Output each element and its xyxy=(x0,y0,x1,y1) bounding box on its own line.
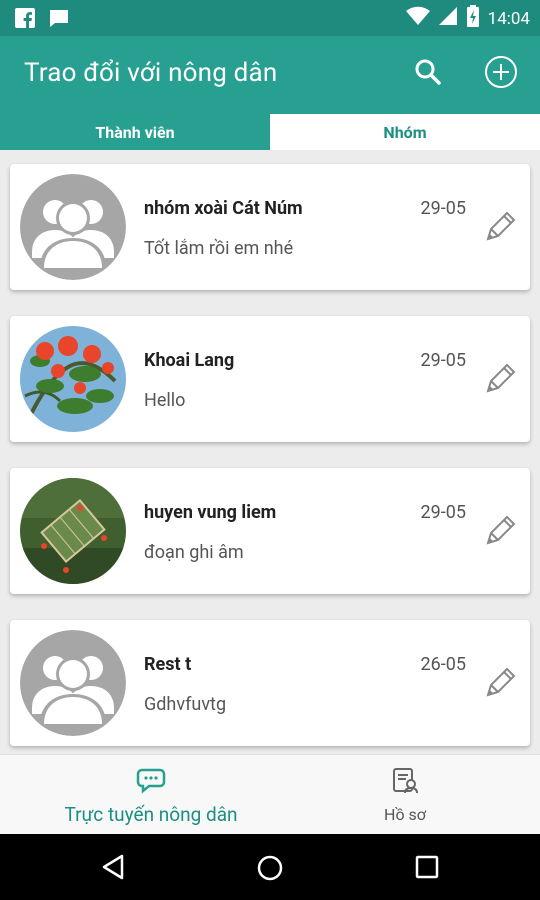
nav-profile[interactable]: Hồ sơ xyxy=(270,755,540,835)
add-circle-icon xyxy=(484,55,518,93)
conversation-name: Rest t xyxy=(144,654,192,675)
message-icon xyxy=(48,7,70,33)
edit-button[interactable] xyxy=(480,663,520,703)
conversation-name: nhóm xoài Cát Núm xyxy=(144,198,303,219)
app-bar: Trao đổi với nông dân xyxy=(0,36,540,114)
edit-button[interactable] xyxy=(480,511,520,551)
conversation-list: nhóm xoài Cát Núm 29-05 Tốt lắm rồi em n… xyxy=(0,150,540,754)
conversation-card[interactable]: Khoai Lang 29-05 Hello xyxy=(10,316,530,442)
bottom-navigation: Trực tuyến nông dân Hồ sơ xyxy=(0,754,540,835)
avatar xyxy=(20,630,126,736)
home-icon[interactable] xyxy=(256,854,284,886)
conversation-date: 29-05 xyxy=(420,502,466,523)
system-navigation-bar xyxy=(0,834,540,900)
facebook-icon xyxy=(14,7,36,33)
conversation-card[interactable]: Rest t 26-05 Gdhvfuvtg xyxy=(10,620,530,746)
conversation-last-message: Tốt lắm rồi em nhé xyxy=(144,238,294,259)
pencil-icon xyxy=(486,211,516,241)
conversation-card[interactable]: nhóm xoài Cát Núm 29-05 Tốt lắm rồi em n… xyxy=(10,164,530,290)
pencil-icon xyxy=(486,667,516,697)
nav-label: Trực tuyến nông dân xyxy=(64,803,238,826)
nav-online-farmers[interactable]: Trực tuyến nông dân xyxy=(16,755,286,835)
wifi-icon xyxy=(405,6,430,31)
nav-label: Hồ sơ xyxy=(384,805,426,824)
conversation-date: 26-05 xyxy=(420,654,466,675)
profile-doc-icon xyxy=(390,767,420,799)
tab-bar: Thành viên Nhóm xyxy=(0,114,540,150)
recents-icon[interactable] xyxy=(415,855,439,883)
chat-icon xyxy=(136,767,166,799)
edit-button[interactable] xyxy=(480,359,520,399)
field-map-photo-avatar xyxy=(20,478,126,584)
conversation-card[interactable]: huyen vung liem 29-05 đoạn ghi âm xyxy=(10,468,530,594)
status-time: 14:04 xyxy=(487,8,530,29)
conversation-date: 29-05 xyxy=(420,198,466,219)
add-group-button[interactable] xyxy=(481,54,521,94)
avatar xyxy=(20,326,126,432)
signal-icon xyxy=(438,6,458,31)
pencil-icon xyxy=(486,515,516,545)
conversation-last-message: Gdhvfuvtg xyxy=(144,694,227,715)
conversation-name: huyen vung liem xyxy=(144,502,277,523)
default-group-avatar-icon xyxy=(20,174,126,280)
back-icon[interactable] xyxy=(100,854,126,884)
search-icon xyxy=(414,58,442,90)
conversation-name: Khoai Lang xyxy=(144,350,235,371)
default-group-avatar-icon xyxy=(20,630,126,736)
edit-button[interactable] xyxy=(480,207,520,247)
tab-groups[interactable]: Nhóm xyxy=(270,114,540,150)
avatar xyxy=(20,478,126,584)
conversation-last-message: Hello xyxy=(144,390,186,411)
avatar xyxy=(20,174,126,280)
tab-members[interactable]: Thành viên xyxy=(0,114,270,150)
conversation-last-message: đoạn ghi âm xyxy=(144,542,244,563)
conversation-date: 29-05 xyxy=(420,350,466,371)
page-title: Trao đổi với nông dân xyxy=(24,58,278,88)
battery-icon xyxy=(466,5,480,32)
status-bar: 14:04 xyxy=(0,0,540,36)
search-button[interactable] xyxy=(408,54,448,94)
flower-photo-avatar xyxy=(20,326,126,432)
pencil-icon xyxy=(486,363,516,393)
